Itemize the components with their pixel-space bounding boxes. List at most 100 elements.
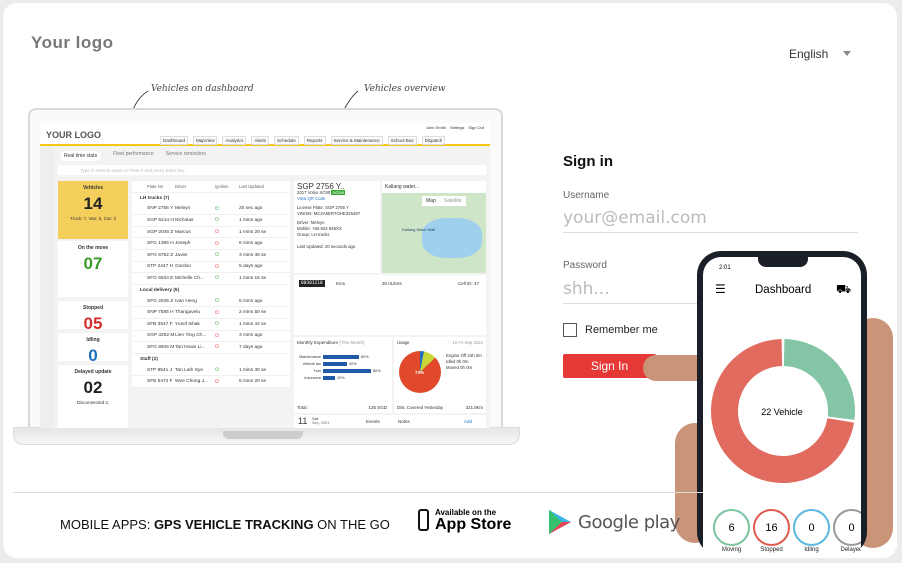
- driver: Gordon: [175, 264, 191, 270]
- expense-bar: [323, 361, 347, 366]
- table-row: SNP 2756 Y Melvyn ⏻ 20 sec ago: [132, 204, 290, 216]
- google-play-badge[interactable]: Google play: [548, 509, 680, 535]
- stat-tile: Delayed update 02 Disconnected 2,: [58, 365, 128, 428]
- screen-settings: Settings: [449, 125, 465, 130]
- last-updated: 5 days ago: [239, 264, 263, 270]
- phone-time: 2:01: [719, 265, 731, 271]
- logo: Your logo: [31, 33, 114, 52]
- power-icon: ⏻: [215, 299, 219, 305]
- expense-pct: 40%: [349, 361, 357, 366]
- power-icon: ⏻: [215, 379, 219, 385]
- driver: Lien Ying Ch...: [175, 333, 207, 339]
- plate: SFG 1385 H: [147, 241, 174, 247]
- expense-label: Fuel: [313, 368, 321, 373]
- tile-title: Vehicles: [82, 185, 103, 191]
- chevron-down-icon[interactable]: [843, 51, 851, 56]
- count-circle: 0: [793, 509, 830, 546]
- plate: SFG 6752 Z: [147, 252, 174, 258]
- screen-subtab: Service reminders: [165, 151, 206, 157]
- table-row: STP 8541 J Tan Lark Sye ⏻ 1 mins 30 se: [132, 365, 290, 377]
- driver: Wee Chong J...: [175, 379, 208, 385]
- app-store-badge[interactable]: Available on the App Store: [418, 508, 511, 533]
- expense-bar: [323, 368, 371, 373]
- vehicle-table: Plate No Driver Ignition Last Updated LH tr…: [132, 181, 290, 388]
- screen-subtab: Real time stats: [60, 151, 102, 161]
- last-updated: 5 mins 20 se: [239, 379, 267, 385]
- usage-date: 10 Fri Sep 2021: [452, 340, 483, 345]
- vehicle-updated: Last Updated: 20 seconds ago: [297, 244, 356, 249]
- tile-title: On the move: [77, 245, 109, 251]
- donut-center-label: 22 Vehicle: [761, 407, 803, 417]
- group-header: Staff (2): [140, 356, 158, 362]
- driver: Tan Howe Li...: [175, 344, 206, 350]
- group-header: Local delivery (5): [140, 287, 180, 293]
- table-row: SFB 5472 F Wee Chong J... ⏻ 5 mins 20 se: [132, 376, 290, 388]
- expense-bar-row: Maintenance 60%: [297, 353, 389, 360]
- count-value: 0: [808, 521, 815, 534]
- map-panel: Kallang water... Map Satellite Kallang Wa…: [382, 181, 486, 273]
- power-icon: ⏻: [215, 230, 219, 236]
- plate: SFB 5472 F: [147, 379, 173, 385]
- total-label: Total :: [297, 405, 310, 410]
- col-header: Last Updated: [239, 183, 264, 189]
- expenditure-period: (This Month): [339, 340, 365, 345]
- menu-icon: ☰: [715, 282, 726, 296]
- password-label: Password: [563, 260, 607, 271]
- laptop-notch: [223, 431, 303, 439]
- power-icon: ⏻: [215, 206, 219, 212]
- tile-title: Idling: [86, 337, 100, 343]
- stat-tile: Vehicles 14 Truck: 7, Van: 5, Car: 2: [58, 181, 128, 239]
- screen-topbar: YOUR LOGO John Smith Settings Sign Out Das…: [40, 123, 490, 146]
- plate: STP 2447 H: [147, 264, 174, 270]
- count-item: 16 Stopped: [753, 509, 790, 553]
- satellite-tab: Satellite: [443, 198, 462, 204]
- tile-count: 0: [88, 346, 98, 365]
- divider: [13, 492, 703, 493]
- remember-checkbox[interactable]: [563, 323, 577, 337]
- last-updated: 5 mins ago: [239, 298, 263, 304]
- tile-sub: Disconnected 2,: [76, 400, 110, 405]
- vehicle-model: 2017 Volvo XC90: [297, 190, 331, 195]
- usage-panel: Usage 10 Fri Sep 2021 73% Engine Off 24h…: [394, 337, 486, 413]
- phone-counts: 6 Moving 16 Stopped 0 Idling 0 Delayed: [713, 509, 861, 553]
- username-input[interactable]: [563, 208, 858, 233]
- expense-pct: 80%: [373, 368, 381, 373]
- tile-sub: Truck: 7, Van: 5, Car: 2: [69, 216, 117, 221]
- screen-nav-item: Analytics: [222, 136, 247, 145]
- login-page: Your logo English Vehicles on dashboard …: [3, 3, 897, 558]
- usage-legend: Moved 0h 0m: [446, 365, 473, 370]
- plate: SFG 8945 M: [147, 344, 175, 350]
- remember-label: Remember me: [585, 324, 658, 336]
- table-row: SGP 3252 M Lien Ying Ch... ⏻ 3 mins ago: [132, 331, 290, 343]
- table-row: SFG 8945 M Tan Howe Li... ⏻ 7 days ago: [132, 342, 290, 354]
- vehicle-detail: SGP 2756 Y.. 2017 Volvo XC90 Active View…: [294, 181, 380, 273]
- count-item: 0 Idling: [793, 509, 830, 553]
- expense-label: Insurance: [304, 375, 321, 380]
- plate: SGP 5214 H: [147, 217, 174, 223]
- promo-bold: GPS VEHICLE TRACKING: [153, 517, 314, 532]
- screen-user: John Smith: [425, 125, 446, 130]
- telemetry-panel: 00301218 Kms 30.0Litres Cell ID: 47: [294, 275, 486, 335]
- plate: STP 8541 J: [147, 367, 172, 373]
- table-row: SGP 5214 H Nicholas ⏻ 1 mins ago: [132, 215, 290, 227]
- qr-link: View QR Code: [297, 196, 326, 201]
- phone-title: Dashboard: [755, 284, 812, 296]
- tile-title: Delayed update: [74, 369, 112, 375]
- signin-title: Sign in: [563, 153, 613, 170]
- table-row: SFG 1385 H Joseph ⏻ 6 mins ago: [132, 238, 290, 250]
- username-label: Username: [563, 190, 610, 201]
- count-label: Idling: [804, 547, 819, 553]
- screen-nav-item: Reports: [303, 136, 326, 145]
- fuel-reading: 30.0Litres: [382, 281, 402, 286]
- table-row: SGP 2045 Z Marcus ⏻ 1 mins 20 se: [132, 227, 290, 239]
- col-header: Ignition: [215, 183, 229, 189]
- language-select[interactable]: English: [789, 47, 828, 61]
- power-icon: ⏻: [215, 345, 219, 351]
- driver: Thangavelu: [175, 310, 201, 316]
- expense-label: Vehicle tax: [302, 361, 321, 366]
- phone-screen: 2:01 ☰ Dashboard ⛟ 22 Vehicle 6 Moving 16 S…: [703, 257, 861, 557]
- add-note: Add: [464, 419, 473, 424]
- count-circle: 16: [753, 509, 790, 546]
- count-circle: 0: [833, 509, 861, 546]
- driver: Marcus: [175, 229, 191, 235]
